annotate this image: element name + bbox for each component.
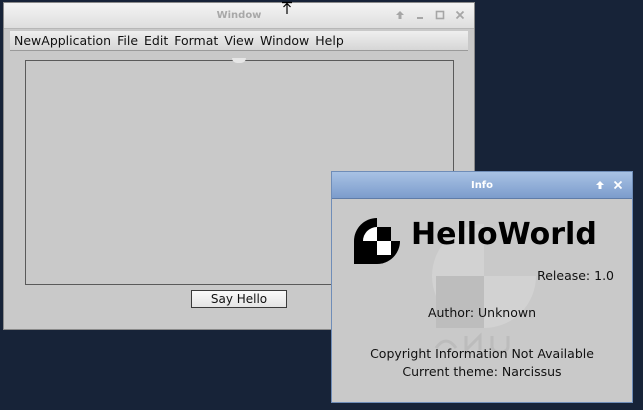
- author-label: Author: Unknown: [427, 305, 537, 320]
- menu-view[interactable]: View: [221, 33, 257, 48]
- maximize-icon[interactable]: [434, 9, 446, 21]
- say-hello-button[interactable]: Say Hello: [191, 290, 287, 308]
- minimize-icon[interactable]: [414, 9, 426, 21]
- info-window: Info HelloWorld Release: 1.0 Author: Unk…: [331, 171, 633, 403]
- shade-icon[interactable]: [594, 179, 606, 191]
- menu-file[interactable]: File: [114, 33, 141, 48]
- close-icon[interactable]: [612, 179, 624, 191]
- menu-window[interactable]: Window: [257, 33, 312, 48]
- menu-edit[interactable]: Edit: [141, 33, 171, 48]
- menu-format[interactable]: Format: [171, 33, 221, 48]
- release-label: Release: 1.0: [537, 268, 614, 283]
- info-window-controls: [594, 179, 624, 191]
- close-icon[interactable]: [454, 9, 466, 21]
- gnustep-logo-icon: [354, 218, 400, 264]
- copyright-label: Copyright Information Not Available: [370, 346, 594, 361]
- resize-cursor-icon: [281, 0, 293, 19]
- info-panel: HelloWorld Release: 1.0 Author: Unknown …: [338, 204, 626, 396]
- menu-newapplication[interactable]: NewApplication: [10, 33, 114, 48]
- theme-label: Current theme: Narcissus: [402, 364, 562, 379]
- menu-help[interactable]: Help: [312, 33, 347, 48]
- info-window-title: Info: [470, 180, 494, 191]
- main-window-controls: [394, 9, 466, 21]
- info-window-titlebar[interactable]: Info: [332, 172, 632, 199]
- app-name: HelloWorld: [411, 217, 597, 252]
- menu-bar: NewApplication File Edit Format View Win…: [10, 31, 468, 51]
- shade-icon[interactable]: [394, 9, 406, 21]
- main-window-titlebar[interactable]: Window: [4, 3, 474, 29]
